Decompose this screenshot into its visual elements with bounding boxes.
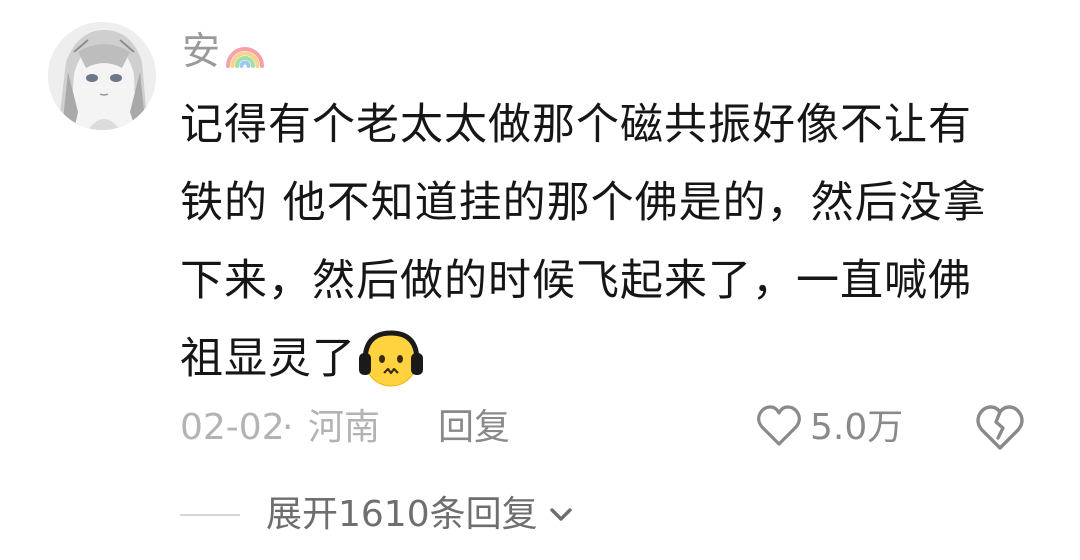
rainbow-icon (224, 30, 266, 72)
avatar-image (48, 22, 156, 130)
divider-line (180, 514, 240, 516)
reply-button[interactable]: 回复 (438, 398, 510, 458)
broken-heart-icon (974, 405, 1026, 458)
expand-replies-row: 展开1610条回复 (180, 484, 578, 546)
comment-text: 记得有个老太太做那个磁共振好像不让有 铁的 他不知道挂的那个佛是的，然后没拿 下… (180, 86, 1020, 398)
comment-text-line-4-wrap: 祖显灵了 (180, 320, 1020, 398)
like-button[interactable]: 5.0万 (756, 398, 903, 458)
comment-meta: 02-02 · 河南 回复 5.0万 (180, 398, 1040, 458)
like-count: 5.0万 (810, 407, 904, 448)
comment-text-line-1: 记得有个老太太做那个磁共振好像不让有 (180, 100, 972, 150)
avatar[interactable] (48, 22, 156, 130)
meta-separator: · (282, 407, 294, 448)
comment-location: 河南 (308, 407, 381, 448)
comment-item: 安 记得有个老太太做那个磁共振好像不让有 铁的 他不知道挂的那个佛是的，然后没拿… (0, 0, 1080, 560)
username-row[interactable]: 安 (182, 26, 266, 76)
comment-text-line-3: 下来，然后做的时候飞起来了，一直喊佛 (180, 256, 972, 306)
dislike-button[interactable] (974, 402, 1026, 454)
comment-date: 02-02 (180, 407, 285, 448)
comment-text-line-2: 铁的 他不知道挂的那个佛是的，然后没拿 (180, 178, 987, 228)
headphones-face-emoji (358, 327, 424, 389)
expand-replies-label: 展开1610条回复 (266, 494, 538, 535)
chevron-down-icon (544, 498, 578, 532)
comment-text-line-4: 祖显灵了 (180, 334, 356, 384)
username[interactable]: 安 (182, 26, 220, 76)
expand-replies-button[interactable]: 展开1610条回复 (266, 484, 578, 546)
heart-outline-icon (756, 404, 802, 452)
